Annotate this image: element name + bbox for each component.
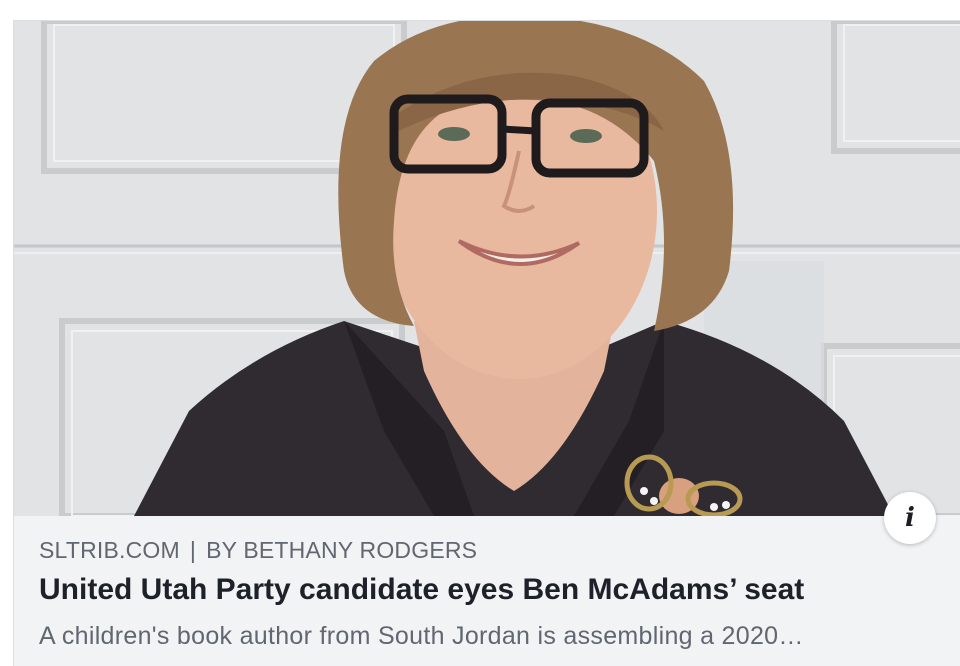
- source-line: SLTRIB.COM | BY BETHANY RODGERS: [39, 537, 477, 564]
- photo-illustration: [14, 21, 960, 516]
- info-icon: i: [905, 503, 915, 533]
- description[interactable]: A children's book author from South Jord…: [39, 622, 919, 651]
- link-preview-card[interactable]: i SLTRIB.COM | BY BETHANY RODGERS United U…: [13, 20, 960, 666]
- meta-separator: |: [189, 537, 197, 563]
- ad-info-button[interactable]: i: [884, 492, 936, 544]
- page: i SLTRIB.COM | BY BETHANY RODGERS United U…: [0, 0, 960, 666]
- headline[interactable]: United Utah Party candidate eyes Ben McA…: [39, 573, 804, 607]
- article-photo[interactable]: [14, 21, 960, 516]
- source-domain[interactable]: SLTRIB.COM: [39, 537, 180, 563]
- byline: BY BETHANY RODGERS: [206, 537, 478, 563]
